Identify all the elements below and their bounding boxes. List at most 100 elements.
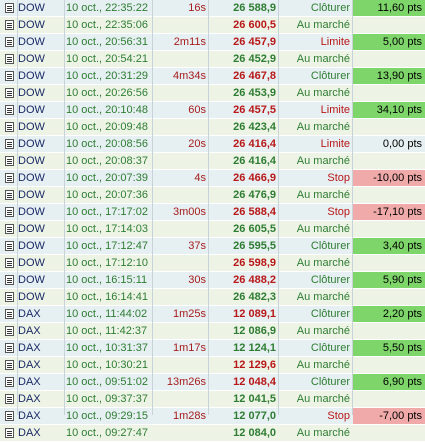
points-cell: -10,00 pts — [353, 170, 425, 186]
document-icon-cell[interactable] — [2, 187, 16, 203]
column-divider — [152, 0, 153, 415]
points-cell — [353, 391, 425, 407]
date-cell: 10 oct., 20:08:37 — [66, 155, 148, 167]
document-icon-cell[interactable] — [2, 204, 16, 220]
column-divider — [352, 0, 353, 415]
duration-cell — [152, 357, 206, 373]
price-cell: 26 605,5 — [233, 223, 276, 235]
price-cell: 26 423,4 — [233, 121, 276, 133]
date-cell: 10 oct., 17:17:02 — [66, 206, 148, 218]
table-row[interactable]: DAX 10 oct., 09:27:47 12 084,0 Au marché — [0, 425, 425, 442]
price-cell: 12 077,0 — [233, 410, 276, 422]
document-icon[interactable] — [5, 3, 14, 13]
document-icon[interactable] — [5, 275, 14, 285]
order-type-cell: Au marché — [296, 427, 350, 439]
price-cell: 12 129,6 — [233, 359, 276, 371]
price-cell: 12 084,0 — [233, 427, 276, 439]
document-icon[interactable] — [5, 190, 14, 200]
document-icon[interactable] — [5, 241, 14, 251]
duration-cell — [152, 51, 206, 67]
price-cell: 12 048,4 — [233, 376, 276, 388]
symbol-cell: DOW — [18, 240, 45, 252]
document-icon[interactable] — [5, 377, 14, 387]
document-icon-cell[interactable] — [2, 340, 16, 356]
document-icon-cell[interactable] — [2, 221, 16, 237]
duration-cell: 37s — [188, 240, 206, 252]
document-icon-cell[interactable] — [2, 238, 16, 254]
document-icon[interactable] — [5, 224, 14, 234]
document-icon[interactable] — [5, 105, 14, 115]
symbol-cell: DAX — [18, 308, 41, 320]
document-icon-cell[interactable] — [2, 119, 16, 135]
document-icon[interactable] — [5, 37, 14, 47]
document-icon-cell[interactable] — [2, 68, 16, 84]
document-icon-cell[interactable] — [2, 289, 16, 305]
document-icon-cell[interactable] — [2, 51, 16, 67]
document-icon[interactable] — [5, 122, 14, 132]
document-icon[interactable] — [5, 173, 14, 183]
document-icon[interactable] — [5, 343, 14, 353]
symbol-cell: DOW — [18, 104, 45, 116]
document-icon-cell[interactable] — [2, 306, 16, 322]
points-cell — [353, 187, 425, 203]
document-icon-cell[interactable] — [2, 408, 16, 424]
document-icon-cell[interactable] — [2, 425, 16, 441]
duration-cell — [152, 323, 206, 339]
document-icon[interactable] — [5, 309, 14, 319]
symbol-cell: DAX — [18, 342, 41, 354]
column-divider — [278, 0, 279, 415]
document-icon[interactable] — [5, 88, 14, 98]
document-icon-cell[interactable] — [2, 153, 16, 169]
order-type-cell: Clôturer — [310, 308, 350, 320]
document-icon[interactable] — [5, 71, 14, 81]
document-icon[interactable] — [5, 292, 14, 302]
symbol-cell: DOW — [18, 206, 45, 218]
order-type-cell: Au marché — [296, 223, 350, 235]
price-cell: 26 467,8 — [233, 70, 276, 82]
document-icon[interactable] — [5, 156, 14, 166]
order-type-cell: Stop — [327, 206, 350, 218]
document-icon-cell[interactable] — [2, 272, 16, 288]
price-cell: 26 453,9 — [233, 87, 276, 99]
order-type-cell: Stop — [327, 172, 350, 184]
order-type-cell: Clôturer — [310, 70, 350, 82]
document-icon-cell[interactable] — [2, 374, 16, 390]
date-cell: 10 oct., 20:10:48 — [66, 104, 148, 116]
points-cell: -7,00 pts — [353, 408, 425, 424]
document-icon-cell[interactable] — [2, 17, 16, 33]
duration-cell: 4m34s — [172, 70, 206, 82]
document-icon[interactable] — [5, 360, 14, 370]
points-cell: 11,60 pts — [353, 0, 425, 16]
document-icon-cell[interactable] — [2, 391, 16, 407]
duration-cell — [152, 391, 206, 407]
points-cell: 0,00 pts — [382, 138, 422, 150]
document-icon[interactable] — [5, 54, 14, 64]
document-icon-cell[interactable] — [2, 323, 16, 339]
duration-cell: 1m28s — [172, 410, 206, 422]
date-cell: 10 oct., 16:14:41 — [66, 291, 148, 303]
order-type-cell: Au marché — [296, 19, 350, 31]
document-icon[interactable] — [5, 258, 14, 268]
document-icon[interactable] — [5, 428, 14, 438]
document-icon[interactable] — [5, 411, 14, 421]
document-icon-cell[interactable] — [2, 170, 16, 186]
order-type-cell: Stop — [327, 410, 350, 422]
document-icon[interactable] — [5, 20, 14, 30]
document-icon-cell[interactable] — [2, 0, 16, 16]
duration-cell — [152, 221, 206, 237]
duration-cell — [152, 153, 206, 169]
document-icon[interactable] — [5, 139, 14, 149]
document-icon-cell[interactable] — [2, 85, 16, 101]
document-icon[interactable] — [5, 394, 14, 404]
document-icon-cell[interactable] — [2, 136, 16, 152]
price-cell: 26 452,9 — [233, 53, 276, 65]
document-icon-cell[interactable] — [2, 255, 16, 271]
order-type-cell: Limite — [320, 104, 350, 116]
document-icon[interactable] — [5, 207, 14, 217]
document-icon-cell[interactable] — [2, 102, 16, 118]
column-divider — [208, 0, 209, 415]
document-icon[interactable] — [5, 326, 14, 336]
order-type-cell: Limite — [320, 138, 350, 150]
document-icon-cell[interactable] — [2, 357, 16, 373]
document-icon-cell[interactable] — [2, 34, 16, 50]
